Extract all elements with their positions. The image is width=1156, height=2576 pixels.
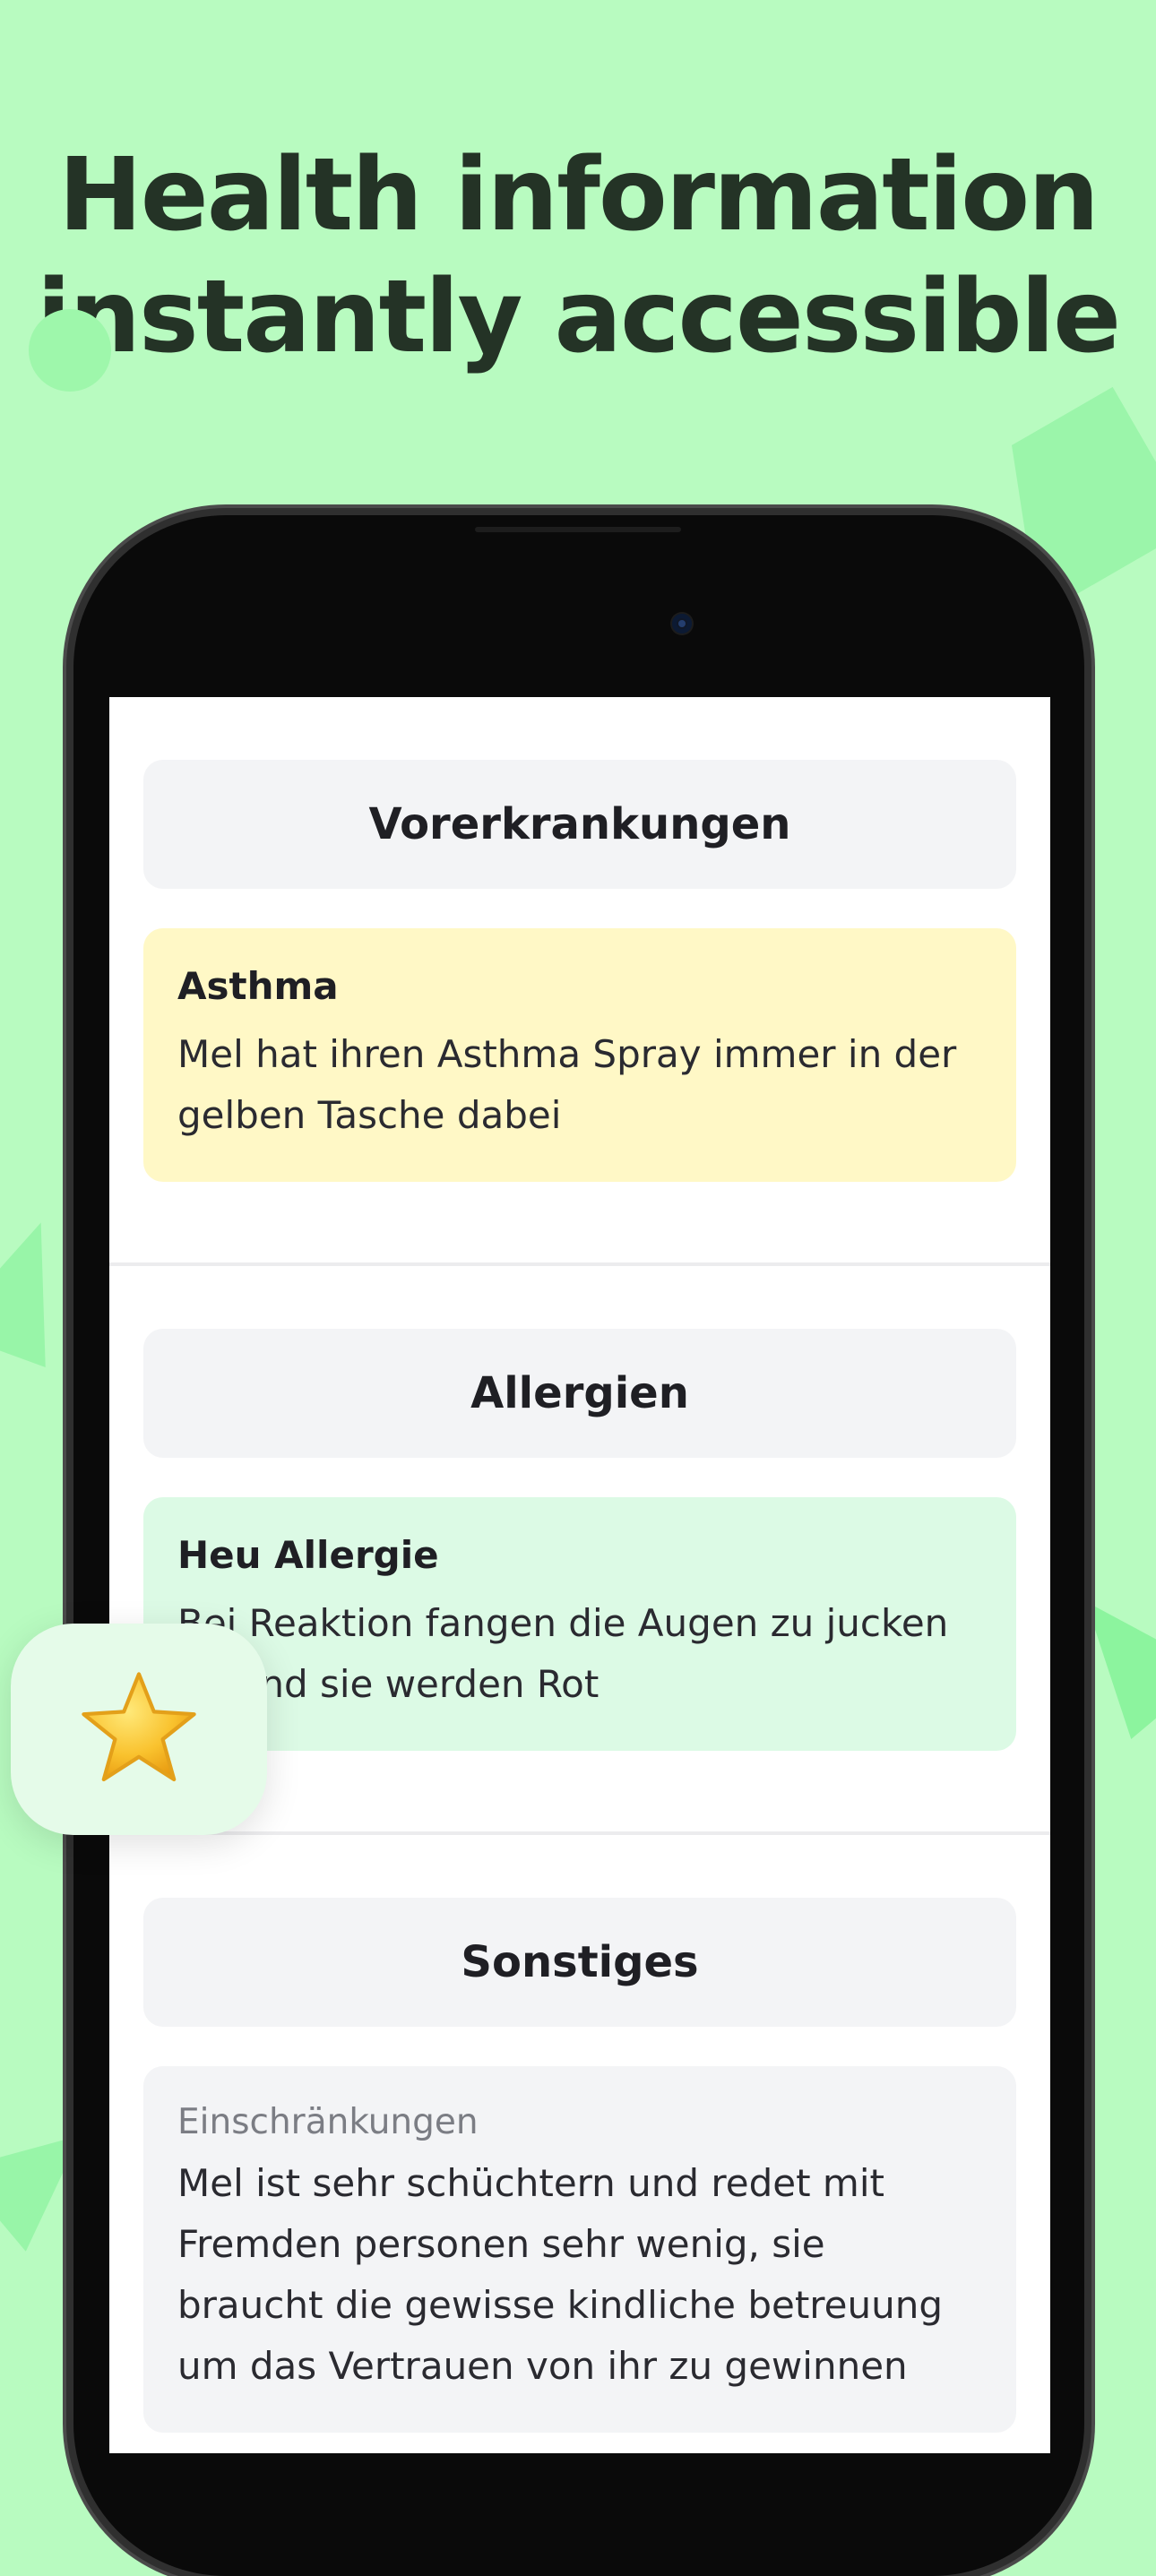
- phone-side-button: [65, 1120, 73, 1277]
- headline-line-2: instantly accessible: [36, 259, 1121, 375]
- camera-icon: [672, 614, 692, 633]
- section-vorerkrankungen: Vorerkrankungen Asthma Mel hat ihren Ast…: [109, 697, 1050, 1266]
- phone-screen: Vorerkrankungen Asthma Mel hat ihren Ast…: [109, 697, 1050, 2453]
- card-subtitle: Einschränkungen: [177, 2102, 479, 2142]
- card-title: Asthma: [177, 964, 339, 1008]
- section-sonstiges: Sonstiges Einschränkungen Mel ist sehr s…: [109, 1835, 1050, 2453]
- decorative-circle: [29, 309, 111, 392]
- favorite-badge[interactable]: [11, 1624, 267, 1835]
- card-body: Mel hat ihren Asthma Spray immer in der …: [177, 1032, 957, 1137]
- card-title: Heu Allergie: [177, 1533, 439, 1577]
- card-body: Bei Reaktion fangen die Augen zu jucken …: [177, 1601, 949, 1706]
- card-body: Mel ist sehr schüchtern und redet mit Fr…: [177, 2161, 943, 2388]
- section-title: Allergien: [143, 1329, 1016, 1458]
- allergy-card[interactable]: Heu Allergie Bei Reaktion fangen die Aug…: [143, 1497, 1016, 1751]
- star-icon: [82, 1672, 196, 1782]
- phone-speaker: [475, 527, 681, 532]
- headline-line-1: Health information: [58, 137, 1100, 254]
- phone-side-button: [65, 1317, 73, 1474]
- phone-side-button: [65, 950, 73, 1048]
- phone-side-button: [1084, 1174, 1093, 1425]
- section-title: Sonstiges: [143, 1898, 1016, 2027]
- condition-card[interactable]: Asthma Mel hat ihren Asthma Spray immer …: [143, 928, 1016, 1182]
- headline: Health information instantly accessible: [0, 134, 1156, 378]
- section-title: Vorerkrankungen: [143, 760, 1016, 889]
- info-card[interactable]: Einschränkungen Mel ist sehr schüchtern …: [143, 2066, 1016, 2433]
